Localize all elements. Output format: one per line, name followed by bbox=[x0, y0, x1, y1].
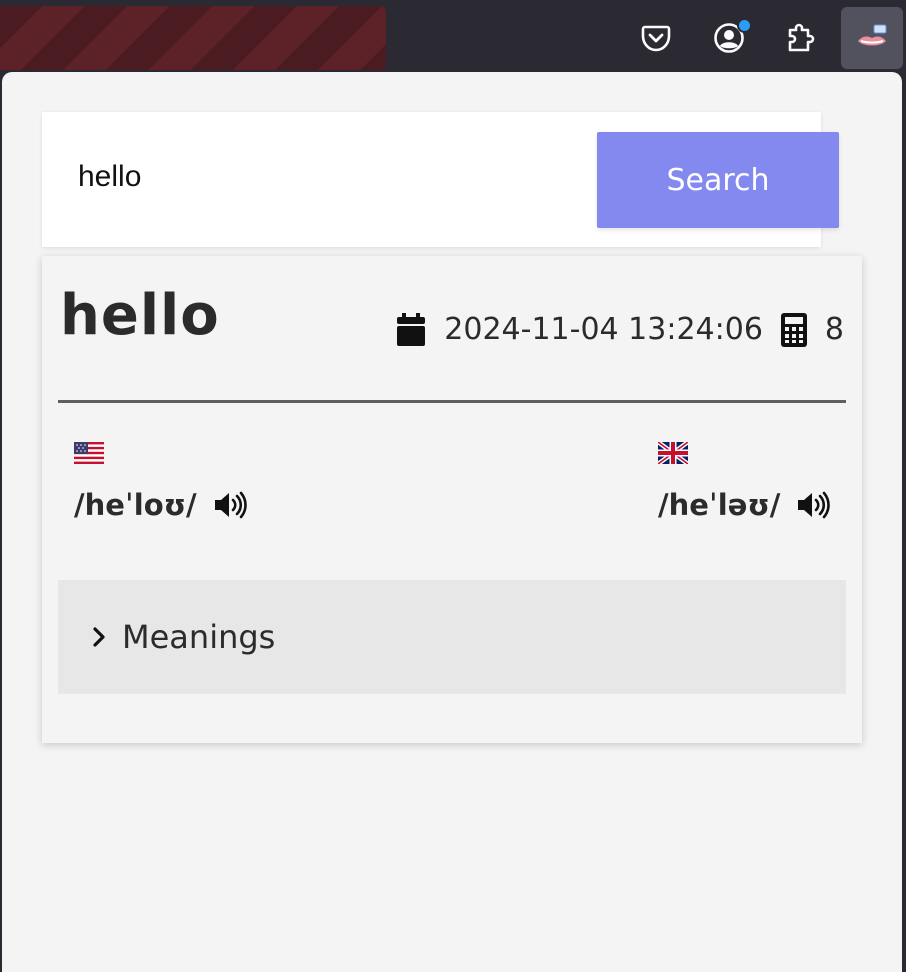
calendar-icon bbox=[396, 312, 426, 347]
word-title: hello bbox=[60, 283, 220, 348]
dictionary-popup: Search hello 2024-11-04 13:24:06 bbox=[2, 72, 902, 972]
calculator-icon bbox=[780, 312, 807, 347]
notification-dot bbox=[737, 18, 752, 33]
extensions-icon bbox=[788, 23, 815, 52]
chevron-right-icon bbox=[92, 626, 106, 648]
lookup-timestamp: 2024-11-04 13:24:06 bbox=[444, 312, 763, 347]
divider bbox=[58, 400, 846, 403]
account-button[interactable] bbox=[699, 8, 759, 68]
dictionary-extension-icon bbox=[858, 24, 887, 46]
speaker-icon bbox=[798, 491, 831, 519]
search-input[interactable] bbox=[78, 152, 558, 202]
word-meta: 2024-11-04 13:24:06 8 bbox=[396, 312, 844, 347]
extensions-button[interactable] bbox=[771, 8, 831, 68]
meanings-label: Meanings bbox=[122, 618, 276, 656]
ipa-us: /heˈloʊ/ bbox=[74, 488, 197, 522]
lookup-count: 8 bbox=[824, 312, 844, 347]
ipa-uk: /heˈləʊ/ bbox=[658, 488, 781, 522]
search-button[interactable]: Search bbox=[597, 132, 839, 228]
meanings-toggle[interactable]: Meanings bbox=[58, 580, 846, 694]
browser-toolbar bbox=[0, 0, 906, 72]
dictionary-extension-button[interactable] bbox=[841, 7, 903, 69]
speaker-icon bbox=[214, 491, 247, 519]
pronunciation-uk: /heˈləʊ/ bbox=[658, 442, 831, 522]
result-card: hello 2024-11-04 13:24:06 8 /heˈloʊ/ /he… bbox=[42, 256, 862, 743]
play-audio-uk-button[interactable] bbox=[796, 491, 831, 519]
private-window-banner bbox=[0, 6, 386, 70]
pronunciation-us: /heˈloʊ/ bbox=[74, 442, 247, 522]
pocket-button[interactable] bbox=[626, 8, 686, 68]
play-audio-us-button[interactable] bbox=[213, 491, 247, 519]
pocket-icon bbox=[641, 25, 671, 52]
us-flag-icon bbox=[74, 442, 104, 464]
uk-flag-icon bbox=[658, 442, 688, 464]
